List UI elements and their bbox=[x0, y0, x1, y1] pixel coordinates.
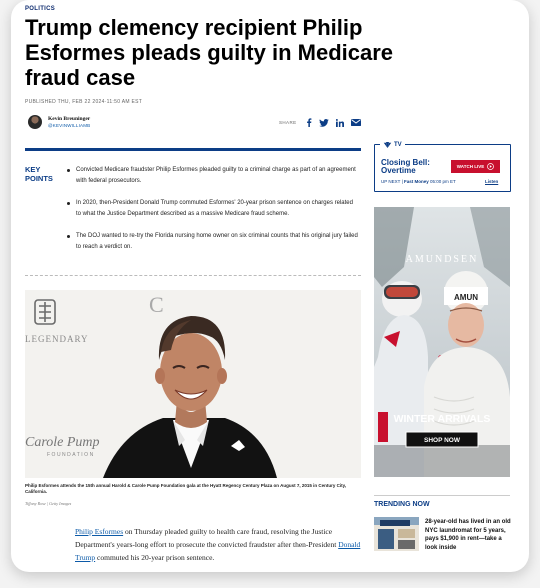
ad-illustration: AMUNDSEN AMUN WINTER ARRIVALS SHOP NOW bbox=[374, 207, 510, 477]
trending-rule bbox=[374, 495, 510, 496]
author-handle[interactable]: @KEVINWILLIAMB bbox=[48, 123, 90, 128]
key-point-item: The DOJ wanted to re-try the Florida nur… bbox=[67, 231, 359, 253]
philip-esformes-link[interactable]: Philip Esformes bbox=[75, 527, 123, 536]
tv-logo-text: TV bbox=[394, 142, 402, 148]
tv-logo: TV bbox=[380, 142, 405, 148]
up-next-show: Fast Money bbox=[404, 179, 429, 184]
twitter-icon[interactable] bbox=[318, 118, 329, 127]
photo-illustration: LEGENDARY Carole Pump FOUNDATION C bbox=[25, 290, 361, 478]
trending-thumbnail[interactable] bbox=[374, 517, 419, 551]
article-photo[interactable]: LEGENDARY Carole Pump FOUNDATION C bbox=[25, 290, 361, 478]
listen-link[interactable]: Listen bbox=[485, 179, 498, 184]
key-points-label: KEY POINTS bbox=[25, 165, 53, 183]
body-text-segment: commuted his 20-year prison sentence. bbox=[95, 553, 215, 562]
peacock-icon bbox=[383, 142, 392, 148]
share-bar: SHARE bbox=[279, 118, 361, 127]
publish-date: PUBLISHED THU, FEB 22 2024·11:50 AM EST bbox=[25, 99, 143, 105]
ad-headline: WINTER ARRIVALS bbox=[394, 413, 491, 425]
author-avatar[interactable] bbox=[28, 115, 42, 129]
author-name[interactable]: Kevin Breuninger bbox=[48, 116, 90, 122]
ad-hat-text: AMUN bbox=[454, 293, 478, 302]
backdrop-letter: C bbox=[149, 292, 164, 317]
tv-show-title[interactable]: Closing Bell: Overtime bbox=[381, 159, 451, 175]
key-point-item: In 2020, then-President Donald Trump com… bbox=[67, 198, 359, 220]
key-point-item: Convicted Medicare fraudster Philip Esfo… bbox=[67, 165, 359, 187]
play-icon bbox=[487, 163, 495, 170]
trending-headline[interactable]: 28-year-old has lived in an old NYC laun… bbox=[425, 518, 511, 552]
linkedin-icon[interactable] bbox=[335, 118, 344, 127]
photo-caption: Philip Esformes attends the 15th annual … bbox=[25, 483, 347, 494]
photo-credit: Tiffany Rose | Getty Images bbox=[25, 501, 72, 506]
up-next-prefix: UP NEXT | bbox=[381, 179, 405, 184]
advertisement[interactable]: AMUNDSEN AMUN WINTER ARRIVALS SHOP NOW bbox=[374, 207, 510, 477]
shop-now-label: SHOP NOW bbox=[424, 437, 461, 444]
ad-brand: AMUNDSEN bbox=[406, 254, 479, 265]
watch-live-button[interactable]: WATCH LIVE bbox=[451, 160, 500, 173]
article-card: POLITICS Trump clemency recipient Philip… bbox=[11, 0, 529, 572]
key-points-label-line2: POINTS bbox=[25, 174, 53, 183]
key-points-list: Convicted Medicare fraudster Philip Esfo… bbox=[67, 165, 359, 264]
key-points-rule bbox=[25, 148, 361, 151]
up-next-time: 05:00 pm ET bbox=[428, 179, 456, 184]
backdrop-text: LEGENDARY bbox=[25, 334, 89, 344]
key-points-label-line1: KEY bbox=[25, 165, 41, 174]
share-label: SHARE bbox=[279, 120, 297, 125]
article-body-paragraph: Philip Esformes on Thursday pleaded guil… bbox=[75, 525, 365, 564]
laundromat-thumbnail bbox=[374, 517, 419, 551]
shop-now-button[interactable]: SHOP NOW bbox=[405, 431, 479, 448]
article-title: Trump clemency recipient Philip Esformes… bbox=[25, 15, 394, 90]
watch-live-label: WATCH LIVE bbox=[456, 164, 485, 169]
backdrop-script: Carole Pump bbox=[25, 435, 100, 450]
section-divider bbox=[25, 275, 361, 276]
facebook-icon[interactable] bbox=[306, 118, 312, 127]
backdrop-foundation: FOUNDATION bbox=[47, 452, 95, 458]
trending-title: TRENDING NOW bbox=[374, 501, 430, 508]
section-kicker[interactable]: POLITICS bbox=[25, 6, 55, 12]
up-next: UP NEXT | Fast Money 05:00 pm ET bbox=[381, 179, 456, 184]
email-icon[interactable] bbox=[350, 119, 361, 126]
